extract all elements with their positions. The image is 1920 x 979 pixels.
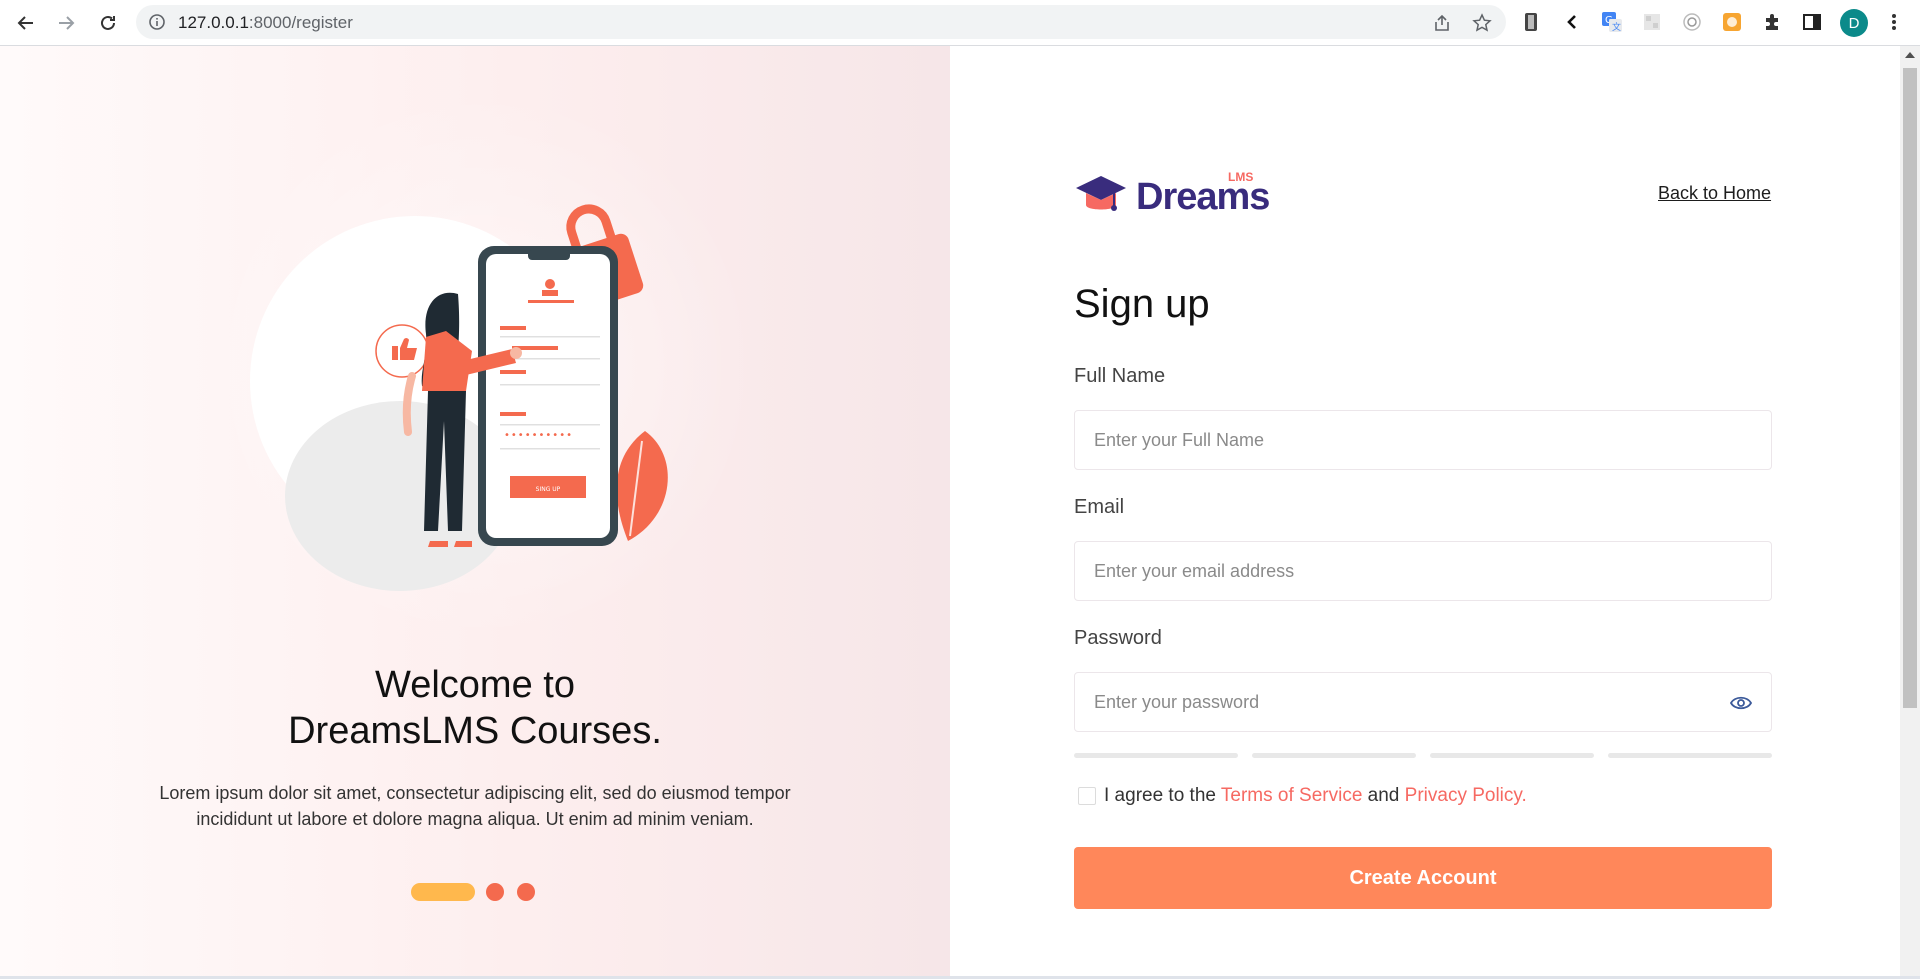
menu-kebab-icon[interactable] bbox=[1883, 11, 1905, 33]
terms-checkbox[interactable] bbox=[1078, 787, 1096, 805]
welcome-panel: •••••••••• SING UP Welcome to DreamsLMS … bbox=[0, 46, 950, 979]
strength-segment bbox=[1430, 753, 1594, 758]
forward-arrow-icon[interactable] bbox=[54, 11, 78, 35]
carousel-dot-2[interactable] bbox=[486, 883, 504, 901]
bookmark-star-icon[interactable] bbox=[1472, 13, 1492, 33]
welcome-description: Lorem ipsum dolor sit amet, consectetur … bbox=[120, 780, 830, 832]
create-account-button[interactable]: Create Account bbox=[1074, 847, 1772, 909]
privacy-policy-link[interactable]: Privacy Policy. bbox=[1405, 785, 1527, 806]
full-name-input[interactable] bbox=[1075, 411, 1694, 469]
url-host: 127.0.0.1 bbox=[178, 13, 249, 32]
eye-icon[interactable] bbox=[1729, 691, 1753, 715]
extension-grid-icon[interactable] bbox=[1641, 11, 1663, 33]
extension-orange-icon[interactable] bbox=[1721, 11, 1743, 33]
browser-toolbar: 127.0.0.1:8000/register G文 D bbox=[0, 0, 1920, 46]
email-field[interactable] bbox=[1074, 541, 1772, 601]
signup-panel: Dreams LMS Back to Home Sign up Full Nam… bbox=[950, 46, 1900, 979]
info-icon[interactable] bbox=[148, 13, 166, 31]
page-scrollbar[interactable] bbox=[1900, 46, 1920, 979]
reload-icon[interactable] bbox=[96, 11, 120, 35]
graduation-cap-icon bbox=[1076, 176, 1126, 211]
agree-prefix: I agree to the bbox=[1104, 785, 1216, 806]
scrollbar-thumb[interactable] bbox=[1903, 68, 1917, 708]
extension-translate-icon[interactable]: G文 bbox=[1601, 11, 1623, 33]
password-input[interactable] bbox=[1075, 673, 1694, 731]
strength-segment bbox=[1252, 753, 1416, 758]
description-line-2: incididunt ut labore et dolore magna ali… bbox=[196, 809, 754, 829]
logo-sup: LMS bbox=[1228, 170, 1254, 184]
welcome-line-2: DreamsLMS Courses. bbox=[288, 710, 662, 752]
back-arrow-icon[interactable] bbox=[14, 11, 38, 35]
back-to-home-link[interactable]: Back to Home bbox=[1658, 183, 1771, 204]
scroll-up-arrow-icon[interactable] bbox=[1905, 52, 1915, 58]
address-bar[interactable]: 127.0.0.1:8000/register bbox=[136, 5, 1506, 39]
extension-chevron-icon[interactable] bbox=[1561, 11, 1583, 33]
password-label: Password bbox=[1074, 627, 1162, 649]
welcome-line-1: Welcome to bbox=[375, 664, 575, 706]
signup-illustration: •••••••••• SING UP bbox=[250, 204, 668, 591]
extension-phone-icon[interactable] bbox=[1520, 11, 1542, 33]
terms-text: I agree to the Terms of Service and Priv… bbox=[1104, 785, 1527, 807]
share-icon[interactable] bbox=[1432, 13, 1452, 33]
carousel-dot-active[interactable] bbox=[411, 883, 475, 901]
password-strength-meter bbox=[1074, 753, 1772, 759]
full-name-field[interactable] bbox=[1074, 410, 1772, 470]
url-text[interactable]: 127.0.0.1:8000/register bbox=[178, 13, 353, 33]
profile-avatar[interactable]: D bbox=[1840, 9, 1868, 37]
strength-segment bbox=[1074, 753, 1238, 758]
carousel-dot-3[interactable] bbox=[517, 883, 535, 901]
illustration-signup-text: SING UP bbox=[536, 486, 561, 493]
page-title: Sign up bbox=[1074, 282, 1210, 326]
description-line-1: Lorem ipsum dolor sit amet, consectetur … bbox=[159, 783, 791, 803]
agree-and: and bbox=[1367, 785, 1400, 806]
strength-segment bbox=[1608, 753, 1772, 758]
email-input[interactable] bbox=[1075, 542, 1694, 600]
extensions-puzzle-icon[interactable] bbox=[1761, 11, 1783, 33]
side-panel-icon[interactable] bbox=[1801, 11, 1823, 33]
password-field[interactable] bbox=[1074, 672, 1772, 732]
extension-target-icon[interactable] bbox=[1681, 11, 1703, 33]
full-name-label: Full Name bbox=[1074, 365, 1166, 387]
welcome-heading: Welcome to DreamsLMS Courses. bbox=[0, 662, 950, 754]
terms-of-service-link[interactable]: Terms of Service bbox=[1221, 785, 1362, 806]
svg-text:文: 文 bbox=[1612, 21, 1621, 33]
email-label: Email bbox=[1074, 496, 1125, 518]
svg-text:••••••••••: •••••••••• bbox=[504, 430, 573, 441]
url-path: :8000/register bbox=[248, 13, 353, 32]
dreams-logo[interactable]: Dreams LMS bbox=[1074, 170, 1270, 220]
